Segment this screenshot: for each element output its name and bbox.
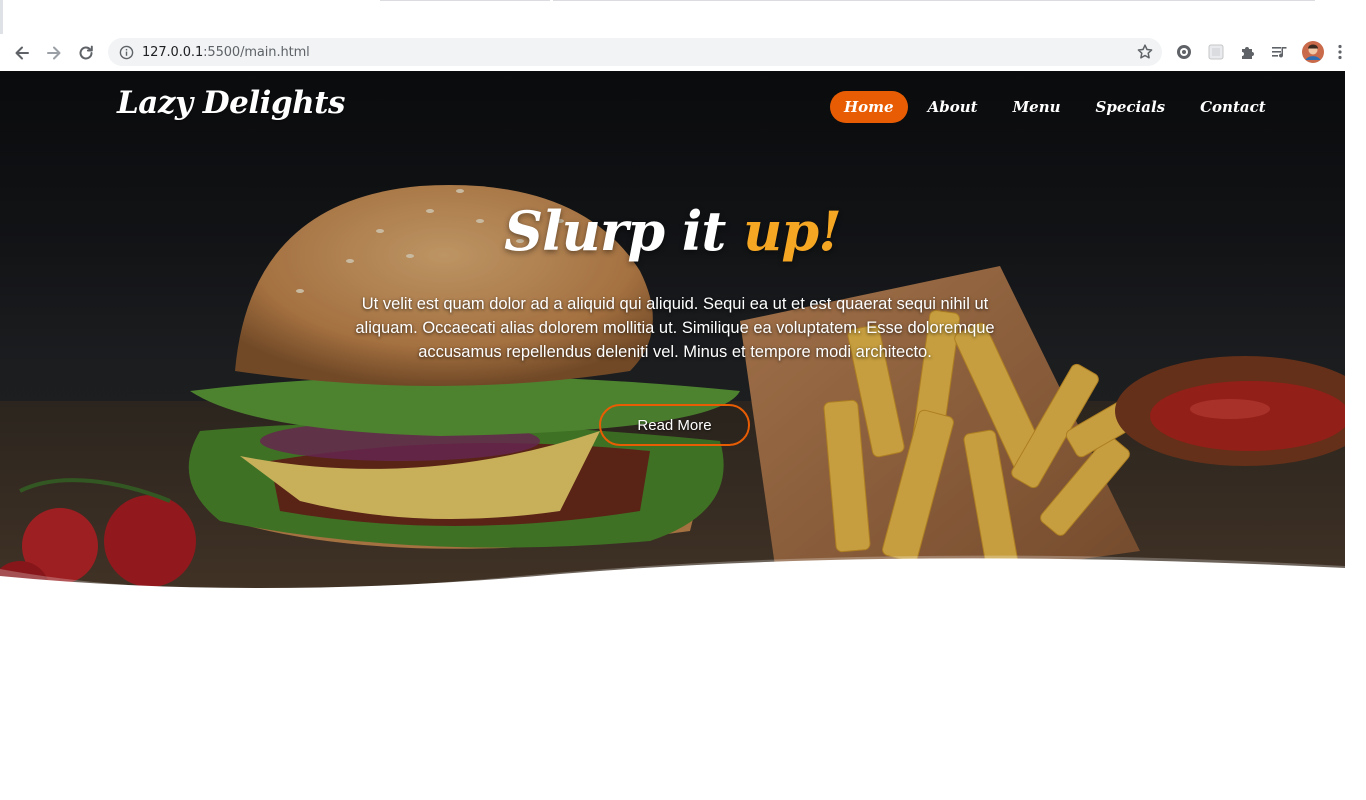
headline-accent: up! [743, 199, 842, 263]
nav-contact[interactable]: Contact [1185, 91, 1281, 123]
nav-home[interactable]: Home [830, 91, 908, 123]
url-path: :5500/main.html [203, 44, 310, 60]
tab-edge [0, 0, 3, 34]
reload-icon[interactable] [73, 40, 99, 66]
nav-specials[interactable]: Specials [1081, 91, 1181, 123]
hero-headline: Slurp it up! [0, 199, 1345, 263]
address-bar[interactable]: 127.0.0.1:5500/main.html [108, 38, 1162, 66]
browser-toolbar: 127.0.0.1:5500/main.html [0, 34, 1366, 71]
nav-about[interactable]: About [913, 91, 993, 123]
hero-section: Lazy Delights Home About Menu Specials C… [0, 71, 1345, 601]
puzzle-icon[interactable] [1238, 42, 1258, 62]
page-viewport: Lazy Delights Home About Menu Specials C… [0, 71, 1345, 800]
hero-wave-divider [0, 555, 1345, 601]
main-nav: Home About Menu Specials Contact [830, 91, 1286, 123]
extension-gear-icon[interactable] [1174, 42, 1194, 62]
tab-divider [380, 0, 550, 1]
headline-main: Slurp it [504, 199, 744, 263]
tab-divider [553, 0, 1315, 1]
info-icon[interactable] [118, 44, 134, 60]
url-host: 127.0.0.1 [142, 44, 204, 60]
browser-tabstrip [0, 0, 1366, 34]
read-more-button[interactable]: Read More [599, 404, 750, 446]
extension-square-icon[interactable] [1206, 42, 1226, 62]
page-scrollbar[interactable] [1345, 71, 1366, 800]
star-icon[interactable] [1136, 43, 1154, 61]
site-logo[interactable]: Lazy Delights [117, 85, 345, 121]
menu-dots-icon[interactable] [1336, 42, 1344, 62]
hero-description: Ut velit est quam dolor ad a aliquid qui… [355, 295, 995, 361]
media-queue-icon[interactable] [1269, 42, 1289, 62]
forward-icon[interactable] [41, 40, 67, 66]
back-icon[interactable] [9, 40, 35, 66]
nav-menu[interactable]: Menu [998, 91, 1076, 123]
address-url: 127.0.0.1:5500/main.html [142, 45, 310, 60]
profile-avatar[interactable] [1302, 41, 1324, 63]
